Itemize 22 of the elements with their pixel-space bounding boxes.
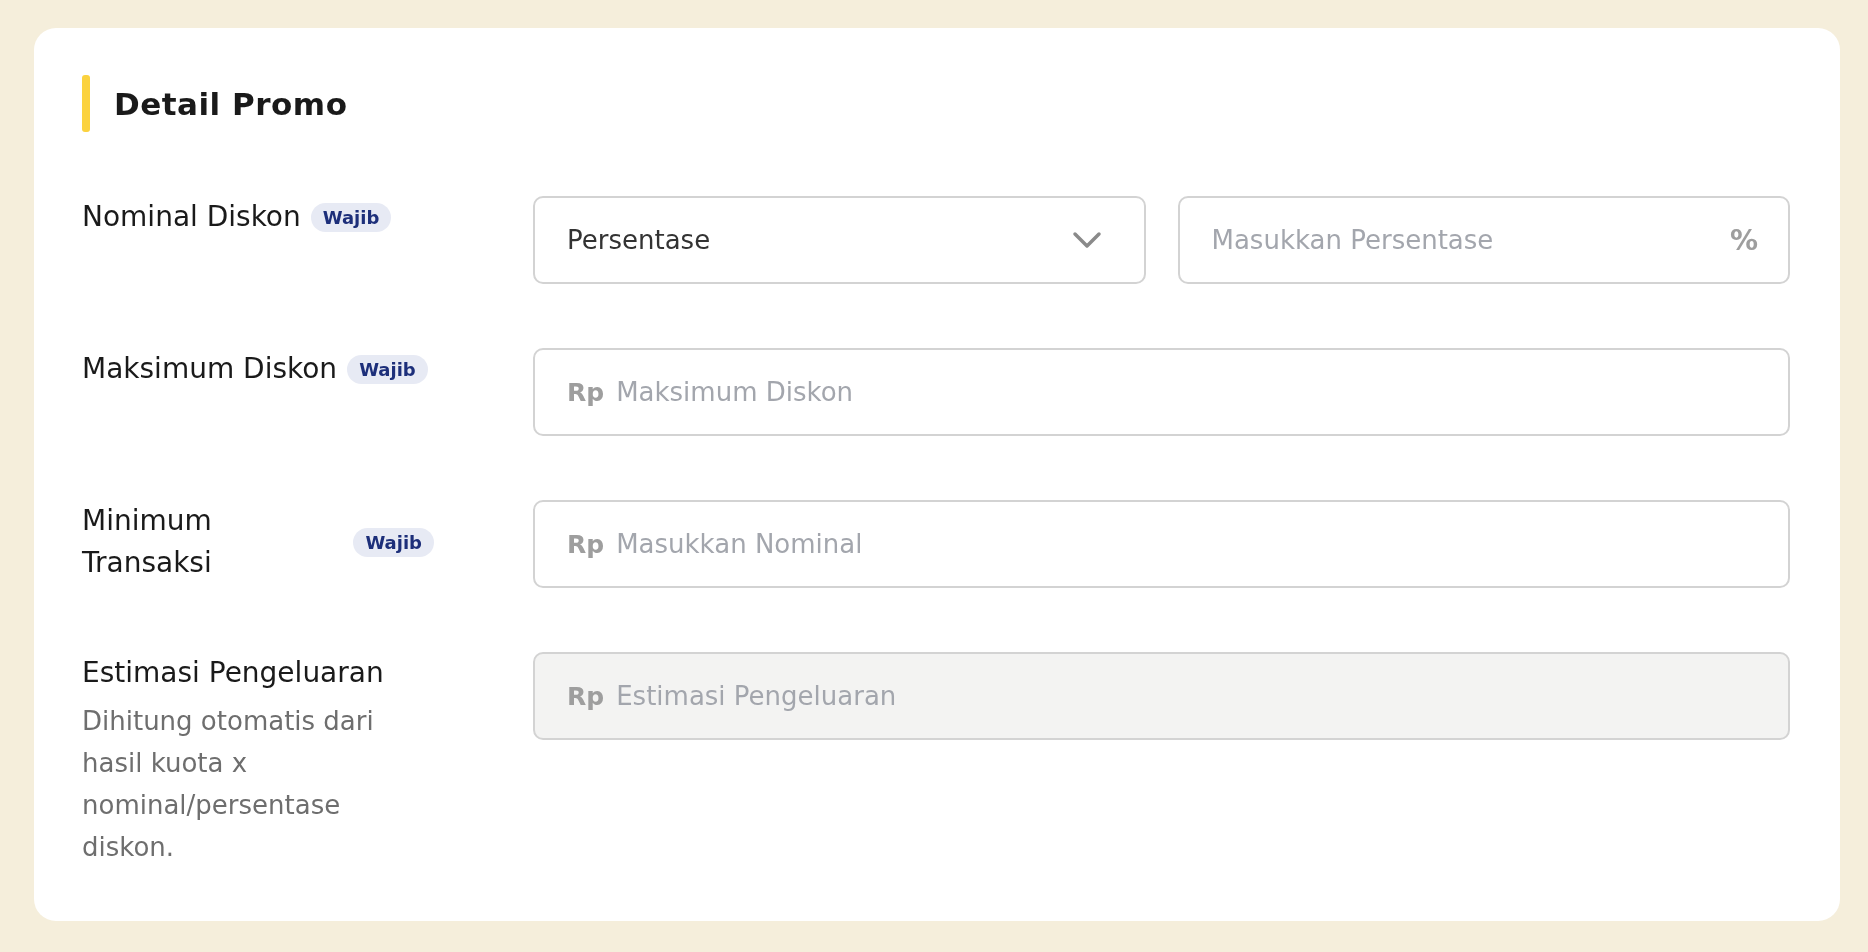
section-title: Detail Promo [114,85,348,122]
currency-prefix: Rp [567,529,605,559]
text-field[interactable]: Masukkan Persentase % [1177,196,1790,284]
required-badge: Wajib [347,354,428,384]
field-label: Maksimum Diskon [82,351,338,387]
input-field[interactable]: Masukkan Nominal [616,529,1758,559]
field-description: Dihitung otomatis dari hasil kuota x nominal/persentase diskon. [82,705,375,864]
accent-bar [82,75,90,132]
discount-type-dropdown[interactable]: Persentase [533,196,1146,284]
text-field[interactable]: Rp Masukkan Nominal [533,500,1790,588]
currency-prefix: Rp [567,377,605,407]
required-badge: Wajib [310,202,392,232]
chevron-down-icon [1071,231,1102,249]
field-label: Nominal Diskon [82,199,301,235]
percent-suffix: % [1729,223,1758,257]
input-field[interactable]: Masukkan Persentase [1211,225,1718,255]
text-field[interactable]: Rp Maksimum Diskon [533,348,1790,436]
field-label: Estimasi Pengeluaran [82,655,384,691]
required-badge: Wajib [353,527,434,557]
currency-prefix: Rp [567,681,605,711]
field-label: Minimum Transaksi [82,503,213,581]
input-field[interactable]: Maksimum Diskon [616,377,1758,407]
